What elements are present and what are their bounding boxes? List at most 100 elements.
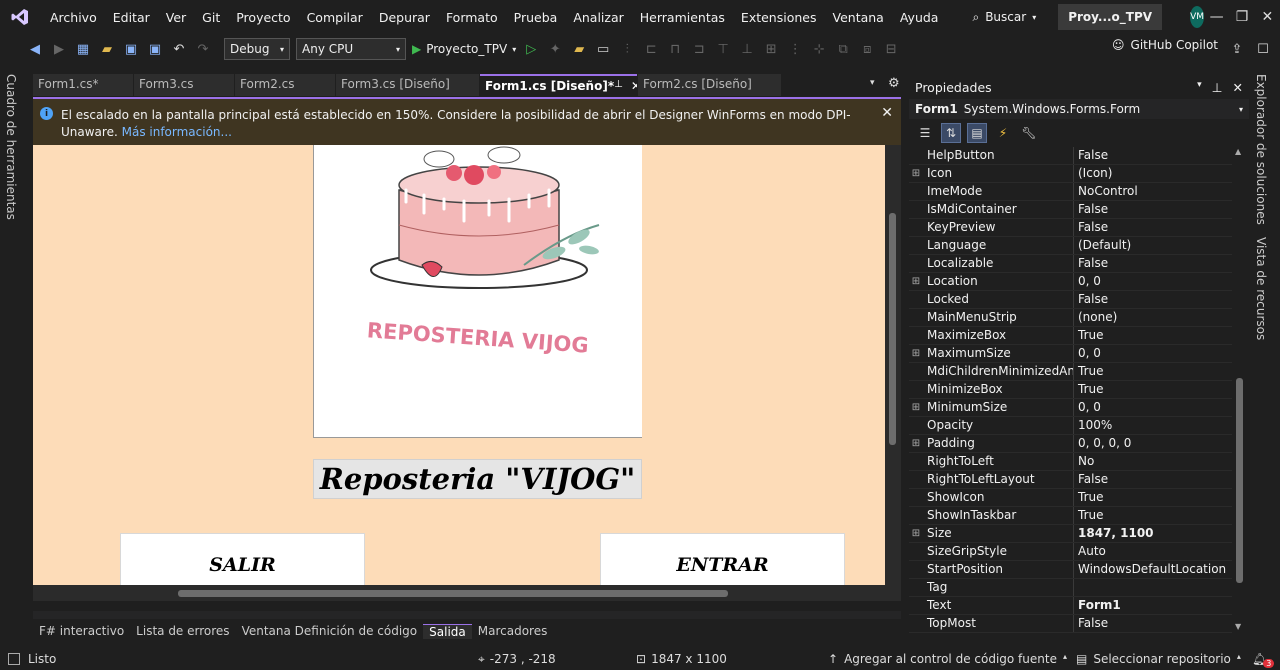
property-value[interactable]: NoControl (1074, 183, 1232, 200)
property-value[interactable]: False (1074, 291, 1232, 308)
align-center-icon[interactable]: ⊓ (666, 40, 684, 58)
property-row[interactable]: Tag (909, 579, 1232, 597)
close-icon[interactable]: ✕ (1255, 9, 1280, 25)
undo-icon[interactable]: ↶ (170, 40, 188, 58)
solution-explorer-icon[interactable]: ▰ (570, 40, 588, 58)
property-value[interactable]: Form1 (1074, 597, 1232, 614)
property-value[interactable]: False (1074, 615, 1232, 632)
doc-tab[interactable]: Form2.cs (235, 74, 335, 96)
expand-icon[interactable]: ⊞ (909, 525, 923, 542)
designer-vertical-scroll-thumb[interactable] (889, 213, 896, 445)
exit-button[interactable]: SALIR (120, 533, 365, 585)
property-value[interactable]: 0, 0, 0, 0 (1074, 435, 1232, 452)
minimize-icon[interactable]: — (1204, 9, 1229, 25)
output-icon[interactable] (8, 653, 20, 665)
forward-icon[interactable]: ▶ (50, 40, 68, 58)
property-row[interactable]: MainMenuStrip (none) (909, 309, 1232, 327)
property-row[interactable]: ShowIcon True (909, 489, 1232, 507)
logo-picturebox[interactable]: REPOSTERIA VIJOG (313, 145, 642, 438)
platform-select[interactable]: Any CPU ▾ (296, 38, 406, 60)
property-value[interactable]: True (1074, 363, 1232, 380)
avatar[interactable]: VM (1190, 6, 1204, 28)
close-icon[interactable]: ✕ (881, 105, 893, 121)
property-value[interactable]: 1847, 1100 (1074, 525, 1232, 542)
add-source-control-button[interactable]: ↑ Agregar al control de código fuente ▴ (828, 652, 1067, 666)
title-label[interactable]: Reposteria "VIJOG" (313, 459, 642, 499)
property-value[interactable]: (Icon) (1074, 165, 1232, 182)
tab-order-icon[interactable]: ⊟ (882, 40, 900, 58)
property-row[interactable]: ⊞ MaximumSize 0, 0 (909, 345, 1232, 363)
feedback-icon[interactable]: ☐ (1254, 40, 1272, 58)
property-row[interactable]: ImeMode NoControl (909, 183, 1232, 201)
property-row[interactable]: SizeGripStyle Auto (909, 543, 1232, 561)
property-value[interactable]: False (1074, 219, 1232, 236)
send-back-icon[interactable]: ⧈ (858, 40, 876, 58)
properties-object-selector[interactable]: Form1 System.Windows.Forms.Form ▾ (909, 99, 1249, 119)
expand-icon[interactable]: ⊞ (909, 273, 923, 290)
menu-item-archivo[interactable]: Archivo (42, 10, 105, 25)
doc-tab[interactable]: Form1.cs [Diseño]*⊥✕ (480, 74, 637, 96)
property-value[interactable]: Auto (1074, 543, 1232, 560)
notifications-button[interactable]: 🔔︎ 3 (1252, 651, 1275, 668)
start-debug-button[interactable]: ▶ Proyecto_TPV ▾ (412, 42, 516, 56)
menu-item-depurar[interactable]: Depurar (371, 10, 438, 25)
tab-list-dropdown-icon[interactable]: ▾ (870, 78, 875, 88)
property-pages-icon[interactable]: 🔧︎ (1019, 123, 1039, 143)
property-row[interactable]: Text Form1 (909, 597, 1232, 615)
property-row[interactable]: Opacity 100% (909, 417, 1232, 435)
side-tab[interactable]: Vista de recursos (1254, 237, 1268, 340)
property-value[interactable]: True (1074, 381, 1232, 398)
scroll-down-icon[interactable]: ▼ (1235, 622, 1241, 631)
menu-item-prueba[interactable]: Prueba (506, 10, 566, 25)
bottom-tab[interactable]: Marcadores (472, 624, 554, 638)
save-icon[interactable]: ▣ (122, 40, 140, 58)
properties-icon[interactable]: ▤ (967, 123, 987, 143)
property-row[interactable]: ⊞ MinimumSize 0, 0 (909, 399, 1232, 417)
menu-item-git[interactable]: Git (194, 10, 228, 25)
property-row[interactable]: ⊞ Padding 0, 0, 0, 0 (909, 435, 1232, 453)
property-value[interactable]: (none) (1074, 309, 1232, 326)
chevron-down-icon[interactable]: ▾ (1197, 80, 1202, 95)
enter-button[interactable]: ENTRAR (600, 533, 845, 585)
solution-name-tab[interactable]: Proy...o_TPV (1058, 4, 1163, 30)
categorized-icon[interactable]: ☰ (915, 123, 935, 143)
events-icon[interactable]: ⚡ (993, 123, 1013, 143)
property-row[interactable]: StartPosition WindowsDefaultLocation (909, 561, 1232, 579)
close-icon[interactable]: ✕ (631, 79, 637, 93)
visual-studio-logo-icon[interactable] (10, 6, 30, 28)
spacing-icon[interactable]: ⋮ (786, 40, 804, 58)
bring-front-icon[interactable]: ⧉ (834, 40, 852, 58)
property-row[interactable]: Localizable False (909, 255, 1232, 273)
form-designer-surface[interactable]: REPOSTERIA VIJOG Reposteria "VIJOG" SALI… (33, 145, 885, 585)
property-value[interactable]: False (1074, 471, 1232, 488)
property-value[interactable]: 0, 0 (1074, 273, 1232, 290)
share-icon[interactable]: ⇪ (1228, 40, 1246, 58)
property-row[interactable]: MdiChildrenMinimizedAnch True (909, 363, 1232, 381)
menu-item-herramientas[interactable]: Herramientas (632, 10, 733, 25)
property-grid-scroll-thumb[interactable] (1236, 378, 1243, 583)
property-value[interactable]: No (1074, 453, 1232, 470)
github-copilot-button[interactable]: ☺ GitHub Copilot (1112, 38, 1218, 52)
pin-icon[interactable]: ⊥ (1212, 80, 1223, 95)
property-row[interactable]: ⊞ Icon (Icon) (909, 165, 1232, 183)
menu-item-analizar[interactable]: Analizar (565, 10, 631, 25)
expand-icon[interactable]: ⊞ (909, 399, 923, 416)
designer-horizontal-scroll-thumb[interactable] (178, 590, 728, 597)
menu-item-extensiones[interactable]: Extensiones (733, 10, 825, 25)
open-folder-icon[interactable]: ▰ (98, 40, 116, 58)
property-row[interactable]: ⊞ Size 1847, 1100 (909, 525, 1232, 543)
toolbox-tab[interactable]: Cuadro de herramientas (4, 74, 18, 220)
start-without-debug-icon[interactable]: ▷ (522, 40, 540, 58)
property-value[interactable]: False (1074, 201, 1232, 218)
doc-tab[interactable]: Form2.cs [Diseño] (638, 74, 781, 96)
config-select[interactable]: Debug ▾ (224, 38, 290, 60)
side-tab[interactable]: Explorador de soluciones (1254, 74, 1268, 225)
menu-item-ayuda[interactable]: Ayuda (892, 10, 947, 25)
property-value[interactable]: False (1074, 255, 1232, 272)
restore-icon[interactable]: ❐ (1229, 9, 1254, 25)
bottom-tab[interactable]: F# interactivo (33, 624, 130, 638)
property-row[interactable]: RightToLeft No (909, 453, 1232, 471)
alphabetical-icon[interactable]: ⇅ (941, 123, 961, 143)
menu-item-proyecto[interactable]: Proyecto (228, 10, 298, 25)
more-info-link[interactable]: Más información... (122, 125, 232, 139)
